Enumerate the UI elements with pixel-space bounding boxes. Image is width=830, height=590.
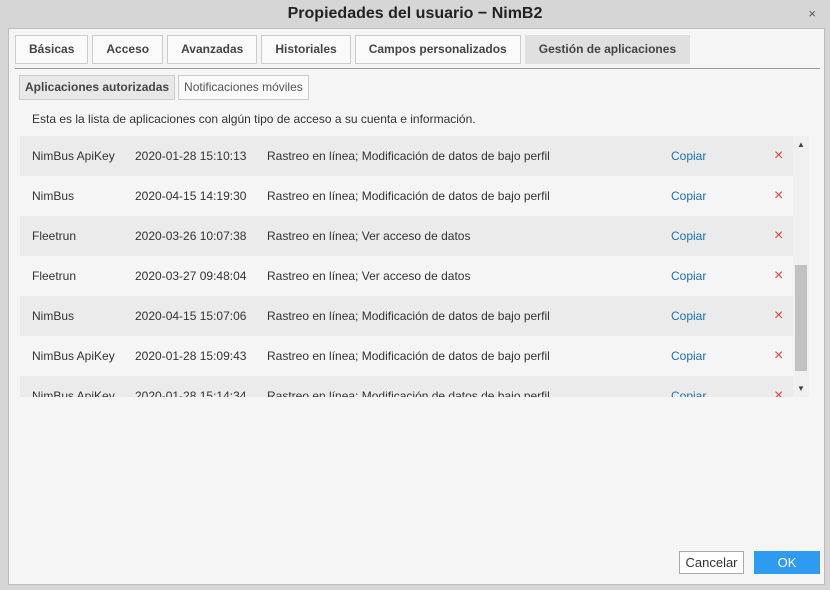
app-name: NimBus ApiKey xyxy=(32,349,115,363)
copy-link[interactable]: Copiar xyxy=(671,296,706,336)
table-row: NimBus ApiKey 2020-01-28 15:09:43 Rastre… xyxy=(20,336,793,376)
app-name: NimBus xyxy=(32,309,75,323)
dialog-title-bar: Propiedades del usuario − NimB2 × xyxy=(0,0,830,28)
app-name: NimBus xyxy=(32,189,75,203)
description-text: Esta es la lista de aplicaciones con alg… xyxy=(32,112,476,126)
app-name: Fleetrun xyxy=(32,229,77,243)
access-date: 2020-01-28 15:09:43 xyxy=(135,349,247,363)
cancel-button[interactable]: Cancelar xyxy=(679,551,744,574)
permissions: Rastreo en línea; Modificación de datos … xyxy=(267,189,550,203)
sub-tabs: Aplicaciones autorizadas Notificaciones … xyxy=(19,75,309,100)
access-date: 2020-03-27 09:48:04 xyxy=(135,269,247,283)
permissions: Rastreo en línea; Modificación de datos … xyxy=(267,389,550,397)
delete-icon[interactable]: × xyxy=(774,256,783,296)
tab-avanzadas[interactable]: Avanzadas xyxy=(167,35,258,64)
dialog-body: Básicas Acceso Avanzadas Historiales Cam… xyxy=(8,28,825,585)
access-date: 2020-01-28 15:10:13 xyxy=(135,149,247,163)
applications-table: NimBus ApiKey 2020-01-28 15:10:13 Rastre… xyxy=(20,136,809,397)
copy-link[interactable]: Copiar xyxy=(671,336,706,376)
dialog-title: Propiedades del usuario − NimB2 xyxy=(287,5,543,22)
access-date: 2020-04-15 15:07:06 xyxy=(135,309,247,323)
close-icon[interactable]: × xyxy=(808,0,816,28)
permissions: Rastreo en línea; Modificación de datos … xyxy=(267,309,550,323)
subtab-aplicaciones-autorizadas[interactable]: Aplicaciones autorizadas xyxy=(19,75,176,100)
table-row: NimBus ApiKey 2020-01-28 15:10:13 Rastre… xyxy=(20,136,793,176)
scroll-up-icon[interactable]: ▲ xyxy=(797,140,805,149)
scrollbar-thumb[interactable] xyxy=(795,265,807,371)
tab-campos-personalizados[interactable]: Campos personalizados xyxy=(354,35,521,64)
access-date: 2020-04-15 14:19:30 xyxy=(135,189,247,203)
copy-link[interactable]: Copiar xyxy=(671,256,706,296)
tabs-divider xyxy=(15,68,820,69)
delete-icon[interactable]: × xyxy=(774,136,783,176)
tab-gestion-aplicaciones[interactable]: Gestión de aplicaciones xyxy=(524,35,691,64)
delete-icon[interactable]: × xyxy=(774,336,783,376)
scroll-down-icon[interactable]: ▼ xyxy=(797,384,805,393)
main-tabs: Básicas Acceso Avanzadas Historiales Cam… xyxy=(15,35,691,64)
permissions: Rastreo en línea; Modificación de datos … xyxy=(267,149,550,163)
delete-icon[interactable]: × xyxy=(774,176,783,216)
scrollbar[interactable]: ▲ ▼ xyxy=(793,136,809,397)
app-name: Fleetrun xyxy=(32,269,77,283)
copy-link[interactable]: Copiar xyxy=(671,216,706,256)
table-row: NimBus 2020-04-15 15:07:06 Rastreo en lí… xyxy=(20,296,793,336)
app-name: NimBus ApiKey xyxy=(32,149,115,163)
access-date: 2020-01-28 15:14:34 xyxy=(135,389,247,397)
app-name: NimBus ApiKey xyxy=(32,389,115,397)
tab-historiales[interactable]: Historiales xyxy=(261,35,351,64)
permissions: Rastreo en línea; Ver acceso de datos xyxy=(267,229,471,243)
table-row: NimBus 2020-04-15 14:19:30 Rastreo en lí… xyxy=(20,176,793,216)
delete-icon[interactable]: × xyxy=(774,216,783,256)
access-date: 2020-03-26 10:07:38 xyxy=(135,229,247,243)
permissions: Rastreo en línea; Ver acceso de datos xyxy=(267,269,471,283)
copy-link[interactable]: Copiar xyxy=(671,136,706,176)
subtab-notificaciones-moviles[interactable]: Notificaciones móviles xyxy=(178,75,309,100)
copy-link[interactable]: Copiar xyxy=(671,376,706,397)
ok-button[interactable]: OK xyxy=(754,551,820,574)
table-row: Fleetrun 2020-03-27 09:48:04 Rastreo en … xyxy=(20,256,793,296)
delete-icon[interactable]: × xyxy=(774,296,783,336)
table-row: NimBus ApiKey 2020-01-28 15:14:34 Rastre… xyxy=(20,376,793,397)
permissions: Rastreo en línea; Modificación de datos … xyxy=(267,349,550,363)
tab-acceso[interactable]: Acceso xyxy=(92,35,164,64)
delete-icon[interactable]: × xyxy=(774,376,783,397)
tab-basicas[interactable]: Básicas xyxy=(15,35,89,64)
copy-link[interactable]: Copiar xyxy=(671,176,706,216)
table-row: Fleetrun 2020-03-26 10:07:38 Rastreo en … xyxy=(20,216,793,256)
